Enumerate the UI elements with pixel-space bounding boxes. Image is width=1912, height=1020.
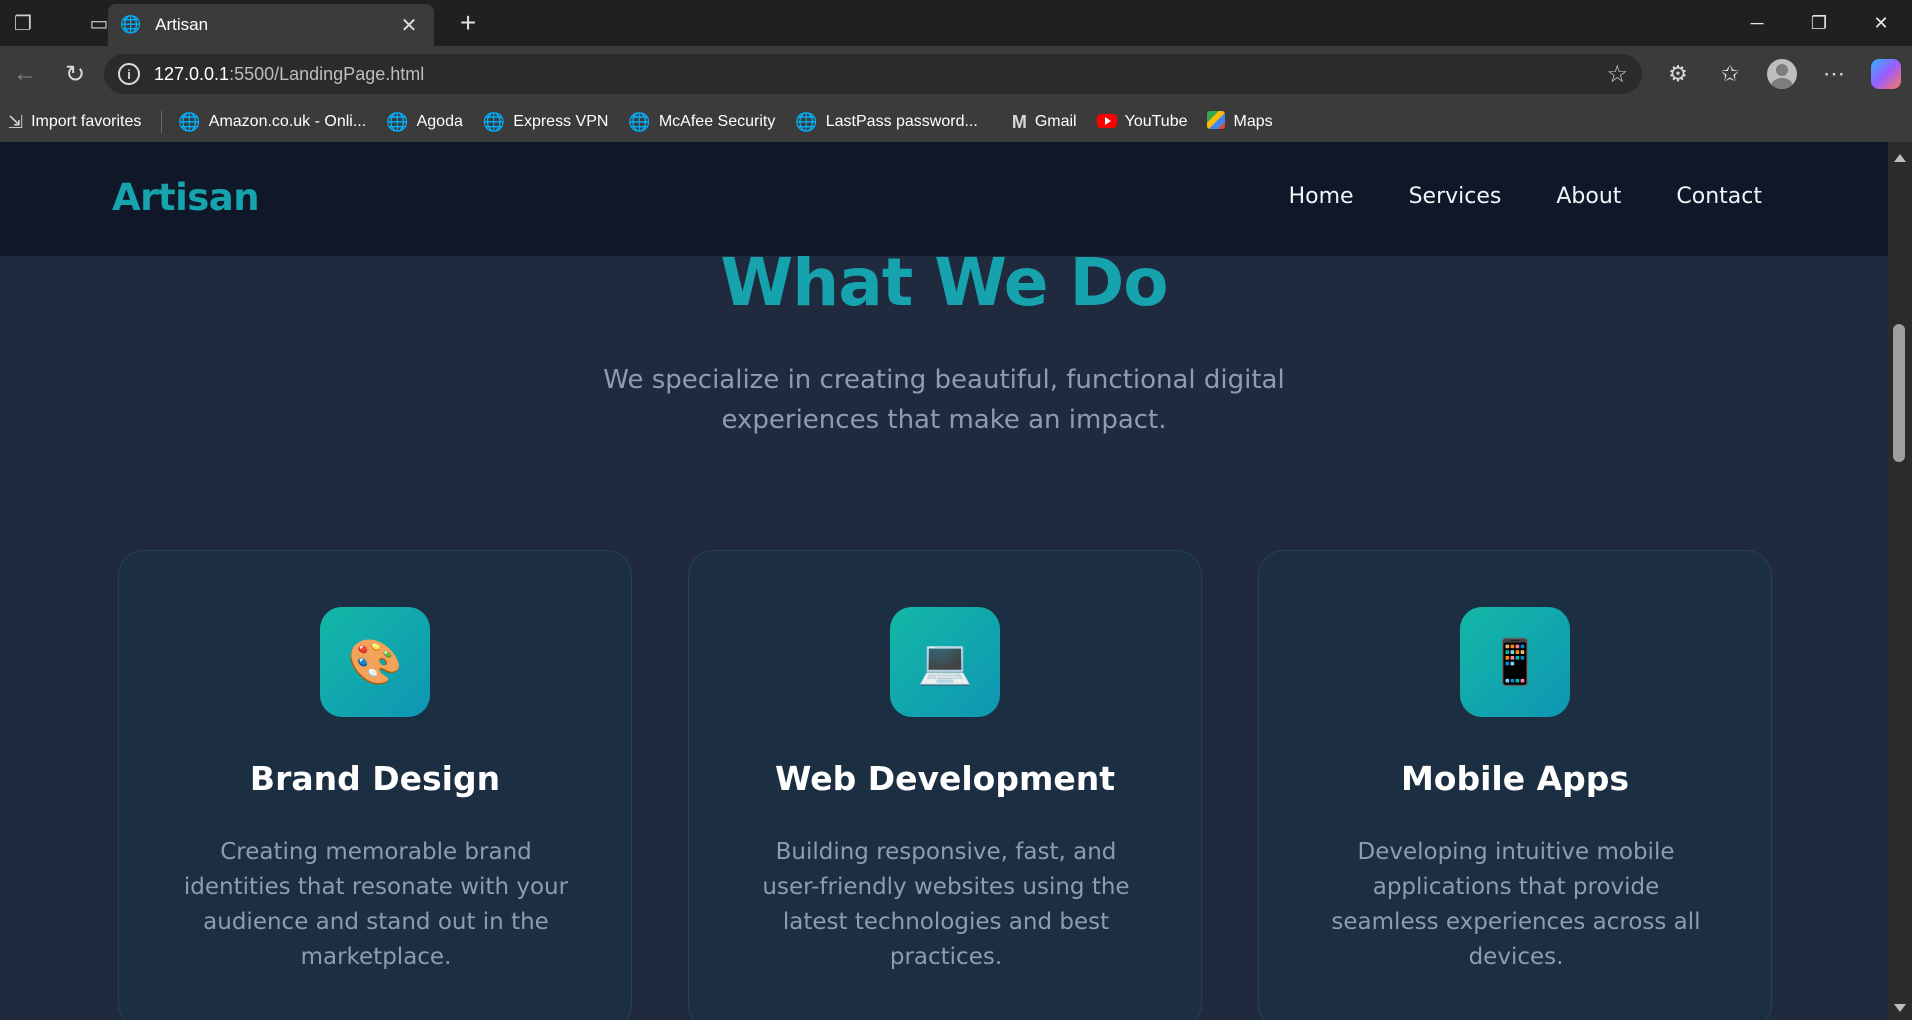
back-button[interactable]: ← — [0, 49, 50, 99]
nav-link-home[interactable]: Home — [1289, 184, 1354, 209]
bookmark-mcafee[interactable]: 🌐 McAfee Security — [628, 112, 775, 133]
favorite-star-icon[interactable]: ☆ — [1606, 60, 1628, 89]
maps-icon — [1207, 110, 1226, 134]
globe-icon: 🌐 — [482, 111, 506, 132]
youtube-icon — [1096, 112, 1117, 133]
new-tab-button[interactable]: + — [450, 5, 486, 41]
nav-link-contact[interactable]: Contact — [1676, 184, 1762, 209]
service-card-mobile-apps: 📱 Mobile Apps Developing intuitive mobil… — [1258, 550, 1772, 1020]
profile-button[interactable] — [1756, 48, 1808, 100]
bookmark-lastpass[interactable]: 🌐 LastPass password... — [795, 112, 978, 133]
browser-toolbar: ← ↻ i 127.0.0.1:5500/LandingPage.html ☆ … — [0, 46, 1912, 102]
url-path: :5500/LandingPage.html — [229, 63, 425, 84]
bookmark-gmail[interactable]: M Gmail — [1012, 112, 1077, 133]
service-card-title: Mobile Apps — [1400, 759, 1630, 798]
more-options-icon[interactable]: ⋯ — [1808, 48, 1860, 100]
palette-icon: 🎨 — [320, 607, 430, 717]
page-viewport: Artisan Home Services About Contact What… — [0, 142, 1888, 1020]
scroll-up-arrow-icon[interactable] — [1894, 154, 1906, 162]
bookmark-amazon[interactable]: 🌐 Amazon.co.uk - Onli... — [178, 112, 366, 133]
bookmark-youtube[interactable]: YouTube — [1096, 112, 1188, 133]
window-controls: ─ ❐ ✕ — [1726, 0, 1912, 46]
globe-icon: 🌐 — [178, 111, 201, 132]
section-subtitle: We specialize in creating beautiful, fun… — [603, 365, 1285, 435]
bookmark-label: Express VPN — [513, 113, 609, 130]
browser-tab-active[interactable]: 🌐 Artisan ✕ — [108, 4, 434, 46]
reload-button[interactable]: ↻ — [50, 49, 100, 99]
scrollbar-thumb[interactable] — [1893, 324, 1905, 462]
close-tab-icon[interactable]: ✕ — [396, 13, 422, 38]
page-scrollbar[interactable] — [1888, 142, 1912, 1020]
bookmark-label: Amazon.co.uk - Onli... — [208, 113, 367, 130]
mobile-phone-icon: 📱 — [1460, 607, 1570, 717]
globe-icon: 🌐 — [120, 15, 142, 34]
address-bar[interactable]: i 127.0.0.1:5500/LandingPage.html ☆ — [104, 54, 1642, 94]
service-card-description: Building responsive, fast, and user-frie… — [762, 839, 1130, 970]
bookmarks-bar: ⇲ Import favorites 🌐 Amazon.co.uk - Onli..… — [0, 102, 1912, 142]
close-window-button[interactable]: ✕ — [1850, 0, 1912, 46]
site-nav-links: Home Services About Contact — [1289, 184, 1762, 209]
bookmark-import-favorites[interactable]: ⇲ Import favorites — [8, 112, 141, 133]
tab-title: Artisan — [155, 15, 209, 34]
globe-icon: 🌐 — [795, 111, 818, 132]
browser-tab-bar: ❐ ▭ 🌐 Artisan ✕ + ─ ❐ ✕ — [0, 0, 1912, 46]
restore-button[interactable]: ❐ — [1788, 0, 1850, 46]
globe-icon: 🌐 — [386, 111, 409, 132]
globe-icon: 🌐 — [628, 111, 651, 132]
favorites-icon[interactable]: ✩ — [1704, 48, 1756, 100]
nav-link-about[interactable]: About — [1556, 184, 1621, 209]
toolbar-right-actions: ⚙ ✩ ⋯ — [1652, 46, 1912, 102]
gmail-icon: M — [1011, 111, 1027, 132]
site-logo[interactable]: Artisan — [112, 176, 260, 219]
service-card-description: Creating memorable brand identities that… — [183, 839, 569, 970]
bookmark-label: LastPass password... — [825, 113, 978, 130]
bookmark-label: Agoda — [416, 113, 463, 130]
copilot-icon[interactable] — [1860, 48, 1912, 100]
service-card-description: Developing intuitive mobile applications… — [1331, 839, 1701, 970]
nav-link-services[interactable]: Services — [1409, 184, 1502, 209]
url-host: 127.0.0.1 — [154, 63, 230, 84]
bookmark-express-vpn[interactable]: 🌐 Express VPN — [483, 112, 609, 133]
bookmark-label: McAfee Security — [658, 113, 776, 130]
bookmark-label: Import favorites — [31, 113, 142, 130]
bookmark-maps[interactable]: Maps — [1207, 110, 1273, 134]
laptop-icon: 💻 — [890, 607, 1000, 717]
import-icon: ⇲ — [8, 111, 24, 132]
minimize-button[interactable]: ─ — [1726, 0, 1788, 46]
service-card-web-development: 💻 Web Development Building responsive, f… — [688, 550, 1202, 1020]
scroll-down-arrow-icon[interactable] — [1894, 1004, 1906, 1012]
extensions-icon[interactable]: ⚙ — [1652, 48, 1704, 100]
bookmark-label: Gmail — [1034, 113, 1077, 130]
site-info-icon[interactable]: i — [118, 63, 140, 85]
avatar — [1767, 59, 1797, 89]
workspaces-icon[interactable]: ❐ — [0, 0, 46, 46]
service-card-title: Web Development — [774, 759, 1116, 798]
service-card-title: Brand Design — [249, 759, 501, 798]
bookmark-label: Maps — [1233, 113, 1273, 130]
bookmark-label: YouTube — [1124, 113, 1188, 130]
site-navbar: Artisan Home Services About Contact — [0, 142, 1888, 256]
bookmark-agoda[interactable]: 🌐 Agoda — [386, 112, 463, 133]
service-card-brand-design: 🎨 Brand Design Creating memorable brand … — [118, 550, 632, 1020]
services-grid: 🎨 Brand Design Creating memorable brand … — [118, 550, 1772, 1020]
bookmark-divider — [161, 111, 163, 133]
